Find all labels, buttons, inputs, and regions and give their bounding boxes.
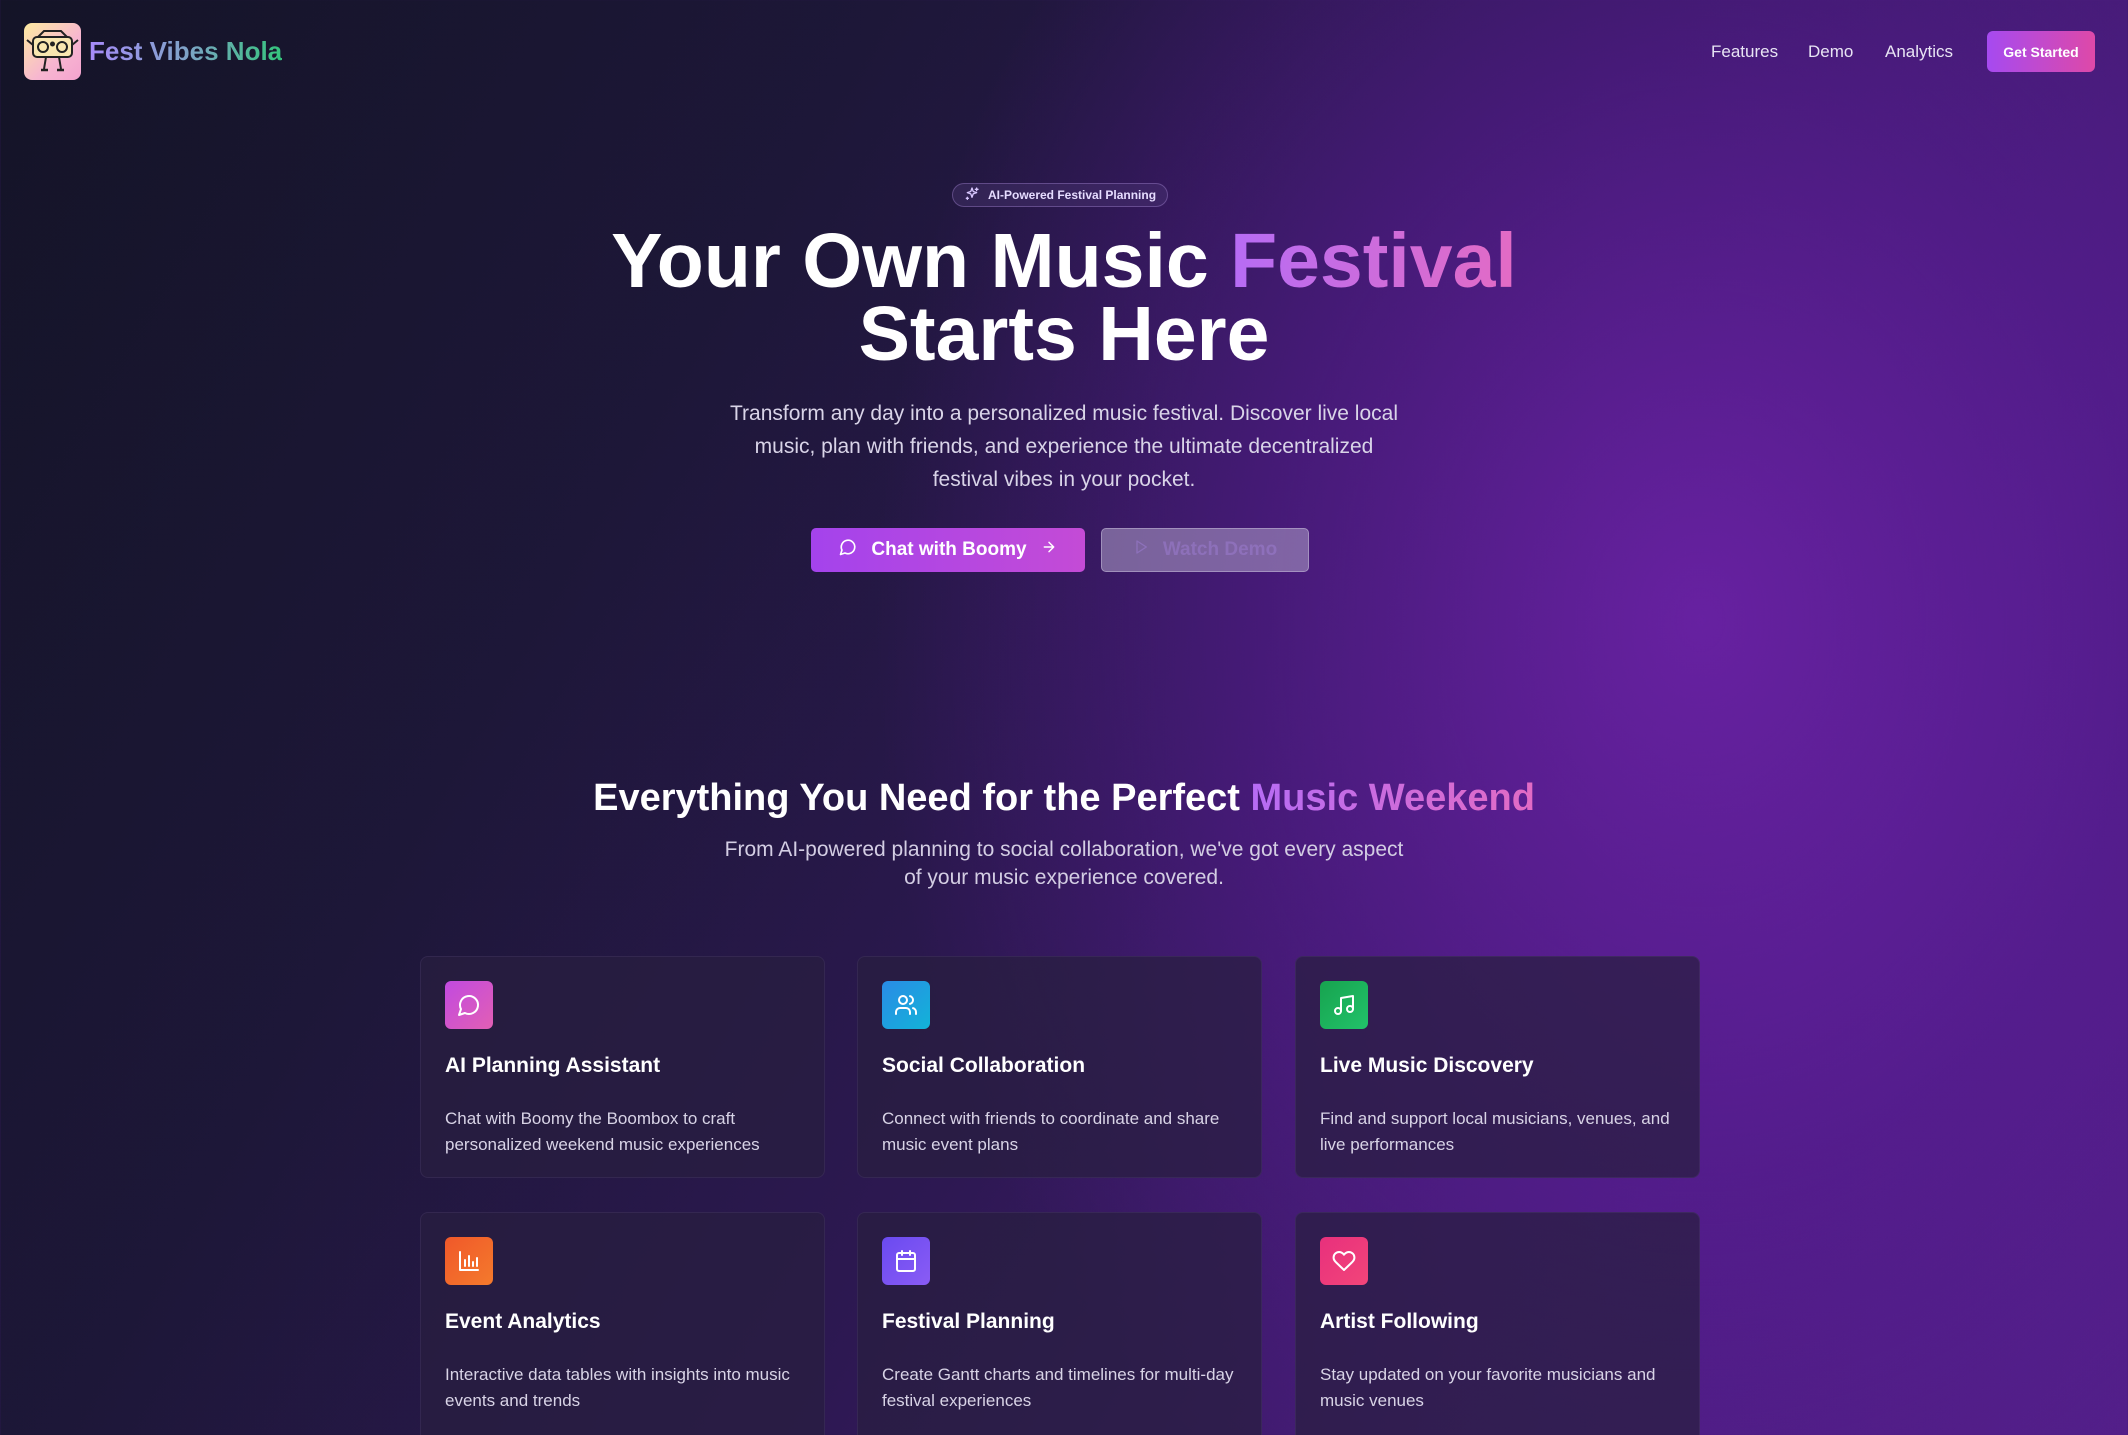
hero-title-highlight: Festival	[1230, 218, 1517, 304]
features-subtitle: From AI-powered planning to social colla…	[724, 838, 1404, 889]
card-title: Artist Following	[1320, 1310, 1479, 1333]
card-title: Social Collaboration	[882, 1054, 1086, 1077]
card-title: Live Music Discovery	[1320, 1054, 1534, 1077]
watch-demo-button[interactable]: Watch Demo	[1101, 528, 1309, 572]
card-title: AI Planning Assistant	[445, 1054, 661, 1077]
boombox-logo-icon[interactable]	[24, 23, 81, 80]
features-title-part1: Everything You Need for the Perfect	[593, 777, 1251, 819]
feature-card-artist-following[interactable]: Artist Following Stay updated on your fa…	[1295, 1212, 1700, 1435]
feature-card-festival-planning[interactable]: Festival Planning Create Gantt charts an…	[857, 1212, 1262, 1435]
chat-bubble-icon	[445, 981, 493, 1029]
demo-button-label: Watch Demo	[1162, 539, 1278, 560]
sparkles-icon	[964, 186, 980, 205]
get-started-button[interactable]: Get Started	[1987, 31, 2095, 72]
brand-name[interactable]: Fest Vibes Nola	[89, 36, 282, 67]
chat-with-boomy-button[interactable]: Chat with Boomy	[811, 528, 1085, 572]
card-title: Festival Planning	[882, 1310, 1055, 1333]
top-navbar: Fest Vibes Nola Features Demo Analytics …	[0, 0, 2128, 104]
card-title: Event Analytics	[445, 1310, 601, 1333]
chat-button-label: Chat with Boomy	[871, 539, 1027, 560]
arrow-right-icon	[1041, 539, 1057, 561]
card-description: Find and support local musicians, venues…	[1320, 1109, 1670, 1154]
feature-card-analytics[interactable]: Event Analytics Interactive data tables …	[420, 1212, 825, 1435]
play-icon	[1133, 539, 1149, 561]
bar-chart-icon	[445, 1237, 493, 1285]
card-description: Connect with friends to coordinate and s…	[882, 1109, 1220, 1154]
nav-link-demo[interactable]: Demo	[1808, 42, 1853, 62]
users-icon	[882, 981, 930, 1029]
card-description: Chat with Boomy the Boombox to craft per…	[445, 1109, 760, 1154]
badge-label: AI-Powered Festival Planning	[988, 188, 1157, 202]
chat-bubble-icon	[839, 538, 857, 562]
calendar-icon	[882, 1237, 930, 1285]
card-description: Stay updated on your favorite musicians …	[1320, 1365, 1656, 1410]
nav-link-analytics[interactable]: Analytics	[1885, 42, 1953, 62]
features-title-highlight: Music Weekend	[1250, 777, 1535, 819]
card-description: Interactive data tables with insights in…	[445, 1365, 790, 1410]
hero-subtitle: Transform any day into a personalized mu…	[730, 402, 1398, 491]
feature-card-social[interactable]: Social Collaboration Connect with friend…	[857, 956, 1262, 1178]
heart-icon	[1320, 1237, 1368, 1285]
nav-link-features[interactable]: Features	[1711, 42, 1778, 62]
feature-card-live-music[interactable]: Live Music Discovery Find and support lo…	[1295, 956, 1700, 1178]
card-description: Create Gantt charts and timelines for mu…	[882, 1365, 1234, 1410]
music-note-icon	[1320, 981, 1368, 1029]
features-title: Everything You Need for the Perfect Musi…	[0, 777, 2128, 820]
hero-title-line2: Starts Here	[858, 291, 1270, 377]
hero-title: Your Own Music Festival Starts Here	[0, 223, 2128, 377]
ai-badge: AI-Powered Festival Planning	[952, 183, 1168, 207]
feature-card-ai-planning[interactable]: AI Planning Assistant Chat with Boomy th…	[420, 956, 825, 1178]
